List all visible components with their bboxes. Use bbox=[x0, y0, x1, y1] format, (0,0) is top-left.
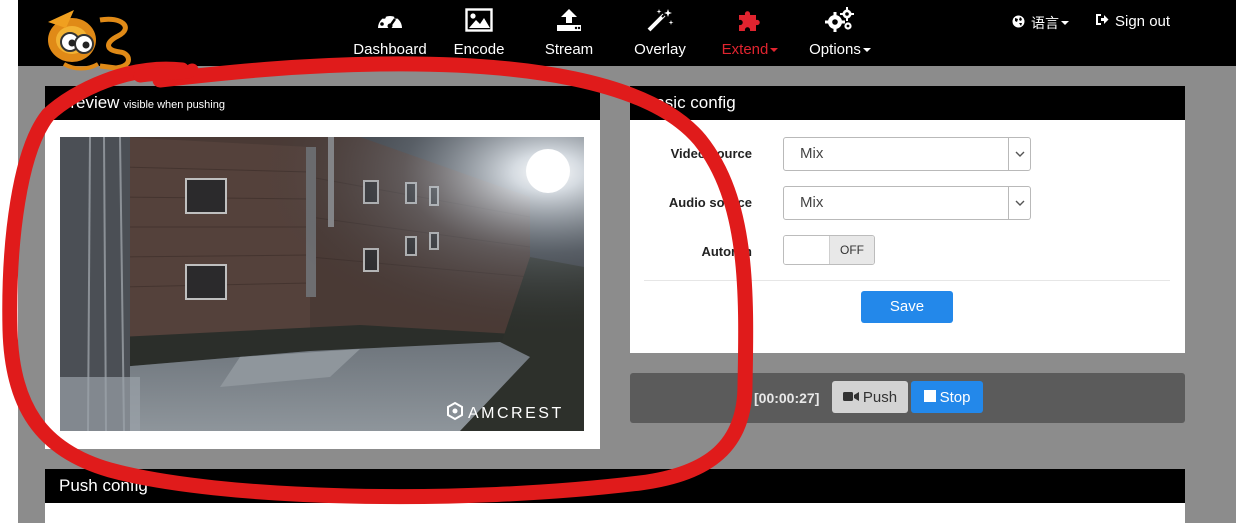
obs-logo[interactable] bbox=[44, 6, 136, 76]
chevron-down-icon bbox=[1008, 138, 1030, 170]
push-config-panel: Push config bbox=[45, 469, 1185, 523]
dashboard-icon bbox=[376, 0, 404, 40]
push-button[interactable]: Push bbox=[832, 381, 908, 413]
top-navbar: Dashboard Encode Stream Overlay Extend O… bbox=[18, 0, 1236, 71]
nav-stream-label: Stream bbox=[544, 41, 594, 58]
preview-panel: Preview visible when pushing AMCREST bbox=[45, 86, 600, 449]
upload-icon bbox=[555, 0, 583, 40]
nav-dashboard-label: Dashboard bbox=[353, 41, 427, 58]
push-timer: [00:00:27] bbox=[754, 390, 820, 406]
magic-wand-icon bbox=[646, 0, 674, 40]
preview-panel-header: Preview visible when pushing bbox=[45, 86, 600, 120]
nav-stream[interactable]: Stream bbox=[543, 0, 595, 66]
nav-extend-label: Extend bbox=[722, 41, 779, 58]
language-menu[interactable]: 语言 bbox=[1012, 13, 1069, 33]
video-source-select[interactable]: Mix bbox=[783, 137, 1031, 171]
puzzle-icon bbox=[736, 0, 764, 40]
push-control-bar: [00:00:27] Push Stop bbox=[630, 373, 1185, 423]
nav-options[interactable]: Options bbox=[806, 0, 874, 66]
nav-options-label: Options bbox=[809, 41, 871, 58]
preview-title: Preview bbox=[59, 93, 120, 112]
chevron-down-icon bbox=[770, 48, 779, 53]
stop-icon bbox=[923, 389, 936, 406]
chevron-down-icon bbox=[862, 48, 871, 53]
signout-icon bbox=[1095, 13, 1109, 30]
nav-dashboard[interactable]: Dashboard bbox=[353, 0, 427, 66]
stop-button[interactable]: Stop bbox=[911, 381, 983, 413]
video-source-label: Video source bbox=[670, 146, 752, 161]
form-divider bbox=[644, 280, 1170, 281]
nav-overlay-label: Overlay bbox=[634, 41, 686, 58]
basic-config-panel: Basic config Video source Mix Audio sour… bbox=[630, 86, 1185, 353]
preview-subtitle: visible when pushing bbox=[123, 99, 225, 111]
autorun-toggle[interactable]: OFF bbox=[783, 235, 875, 265]
video-source-value: Mix bbox=[800, 145, 824, 162]
image-icon bbox=[465, 0, 493, 40]
nav-overlay[interactable]: Overlay bbox=[632, 0, 688, 66]
page-body: Dashboard Encode Stream Overlay Extend O… bbox=[18, 0, 1236, 523]
chevron-down-icon bbox=[1008, 187, 1030, 219]
signout-link[interactable]: Sign out bbox=[1095, 13, 1170, 30]
audio-source-value: Mix bbox=[800, 194, 824, 211]
nav-encode[interactable]: Encode bbox=[452, 0, 506, 66]
globe-icon bbox=[1012, 15, 1025, 32]
audio-source-select[interactable]: Mix bbox=[783, 186, 1031, 220]
push-label: Push bbox=[862, 388, 898, 406]
autorun-label: Autorun bbox=[701, 244, 752, 259]
autorun-state: OFF bbox=[829, 236, 874, 264]
signout-label: Sign out bbox=[1115, 13, 1171, 30]
nav-extend[interactable]: Extend bbox=[718, 0, 782, 66]
toggle-knob bbox=[784, 236, 830, 264]
push-config-header: Push config bbox=[45, 469, 1185, 503]
language-label: 语言 bbox=[1031, 15, 1059, 31]
amcrest-watermark: AMCREST bbox=[468, 405, 564, 422]
video-camera-icon bbox=[842, 389, 859, 406]
stop-label: Stop bbox=[939, 388, 971, 406]
nav-encode-label: Encode bbox=[453, 41, 505, 58]
chevron-down-icon bbox=[1061, 21, 1069, 25]
camera-preview-image: AMCREST bbox=[60, 137, 584, 431]
gears-icon bbox=[825, 0, 855, 40]
save-button[interactable]: Save bbox=[861, 291, 953, 323]
basic-config-header: Basic config bbox=[630, 86, 1185, 120]
audio-source-label: Audio source bbox=[668, 195, 752, 210]
